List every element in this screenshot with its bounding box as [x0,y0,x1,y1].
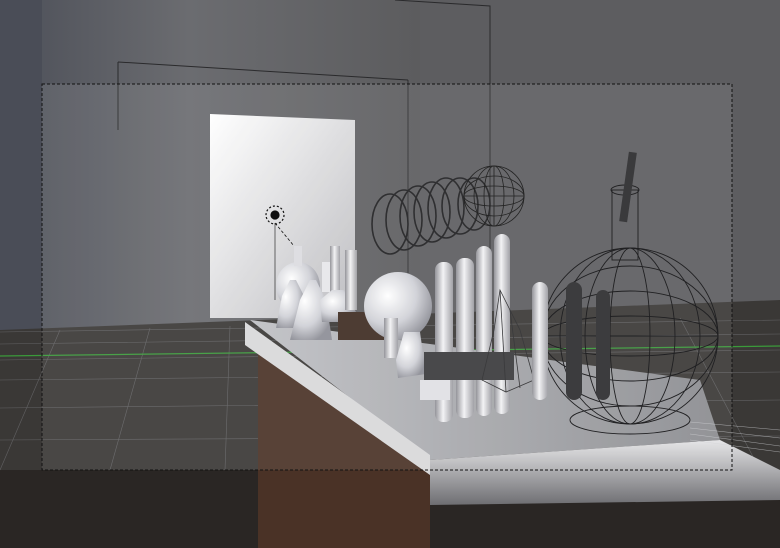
camera-frame [41,83,733,471]
3d-viewport[interactable] [0,0,780,548]
viewport-scene[interactable] [0,0,780,548]
